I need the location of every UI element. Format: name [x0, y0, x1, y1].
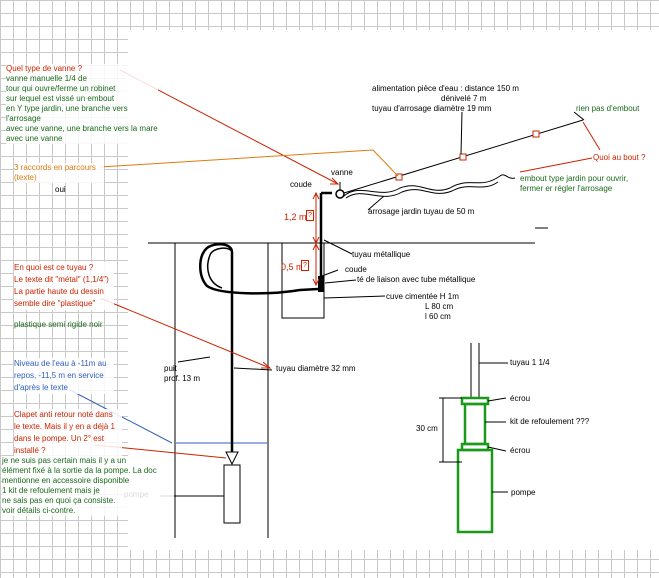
- detail-kit-tube: [463, 402, 487, 446]
- check-valve: [225, 451, 239, 466]
- annotation-pipe-question: En quoi est ce tuyau ? Le texte dit "mét…: [14, 262, 114, 310]
- annotation-check-valve-answer: je ne suis pas certain mais il y a un él…: [2, 456, 174, 516]
- detail-label-ecrou-top: écrou: [510, 394, 531, 403]
- annotation-rien-embout: rien pas d'embout: [576, 104, 640, 113]
- leader-puits: [177, 356, 211, 363]
- detail-pump-body: [456, 448, 494, 534]
- detail-label-30cm: 30 cm: [416, 424, 438, 433]
- label-puits: puit prof. 13 m: [164, 364, 201, 383]
- leader-te: [324, 279, 357, 284]
- leader-tuyau-metal: [323, 239, 353, 255]
- detail-label-ecrou-bottom: écrou: [510, 446, 531, 455]
- label-tuyau-metallique: tuyau métallique: [352, 250, 411, 259]
- label-arrosage-jardin: arrosage jardin tuyau de 50 m: [368, 207, 475, 216]
- arrow-end-question: [519, 157, 593, 173]
- label-1-2m: 1,2 m: [284, 212, 307, 222]
- detail-label-kit: kit de refoulement ???: [510, 417, 590, 426]
- leader-ecrou-top: [487, 397, 507, 402]
- arrow-end-question-2: [582, 121, 601, 151]
- question-box-1-2m: ?: [306, 210, 314, 221]
- leader-19mm: [460, 111, 463, 155]
- annotation-embout-jardin: embout type jardin pour ouvrir, fermer e…: [520, 174, 629, 193]
- detail-label-pompe: pompe: [511, 488, 536, 497]
- label-tuyau-19mm: tuyau d'arrosage diamètre 19 mm: [372, 104, 492, 113]
- fitting-marker-2: [459, 153, 467, 161]
- pipe-coil-inner: [207, 247, 233, 289]
- tee-junction: [318, 276, 324, 292]
- annotation-oui: oui: [55, 185, 66, 194]
- label-te-liaison: té de liaison avec tube métallique: [357, 275, 476, 284]
- diagram-canvas: alimentation pièce d'eau : distance 150 …: [0, 0, 659, 578]
- arrow-pipe-question: [99, 297, 271, 369]
- label-alimentation: alimentation pièce d'eau : distance 150 …: [372, 84, 519, 93]
- leader-cuve: [323, 295, 386, 299]
- arrow-fittings-2: [372, 149, 399, 177]
- annotation-raccords: 3 raccords en parcours (texte): [14, 163, 104, 183]
- label-denivele: dénivelé 7 m: [441, 94, 487, 103]
- label-vanne: vanne: [331, 168, 353, 177]
- annotation-quoi-bout: Quoi au bout ?: [593, 153, 646, 162]
- annotation-valve-answer: vanne manuelle 1/4 de tour qui ouvre/fer…: [6, 74, 158, 143]
- garden-hose-inner: [345, 181, 499, 199]
- pump-body: [223, 464, 241, 524]
- valve-symbol: [335, 189, 345, 199]
- question-box-0-5m: ?: [301, 260, 309, 271]
- label-coude-top: coude: [290, 180, 312, 189]
- label-cuve-l: L 80 cm: [425, 302, 454, 311]
- arrow-fittings: [99, 149, 374, 168]
- fitting-marker-3: [532, 130, 540, 138]
- label-tuyau-32mm: tuyau diamètre 32 mm: [276, 364, 356, 373]
- annotation-check-valve: Clapet anti retour noté dans le texte. M…: [14, 409, 122, 457]
- annotation-water-level: Niveau de l'eau à -11m au repos, -11,5 m…: [14, 358, 114, 394]
- annotation-pipe-answer: plastique semi rigide noir: [14, 320, 103, 329]
- annotation-valve-question: Quel type de vanne ?: [6, 64, 83, 73]
- label-cuve-cimentee: cuve cimentée H 1m: [386, 292, 459, 301]
- detail-label-tuyau: tuyau 1 1/4: [510, 358, 550, 367]
- annotation-valve-type: Quel type de vanne ? vanne manuelle 1/4 d…: [6, 64, 158, 144]
- label-cuve-l2: l 60 cm: [425, 312, 451, 321]
- label-coude-bottom: coude: [345, 265, 367, 274]
